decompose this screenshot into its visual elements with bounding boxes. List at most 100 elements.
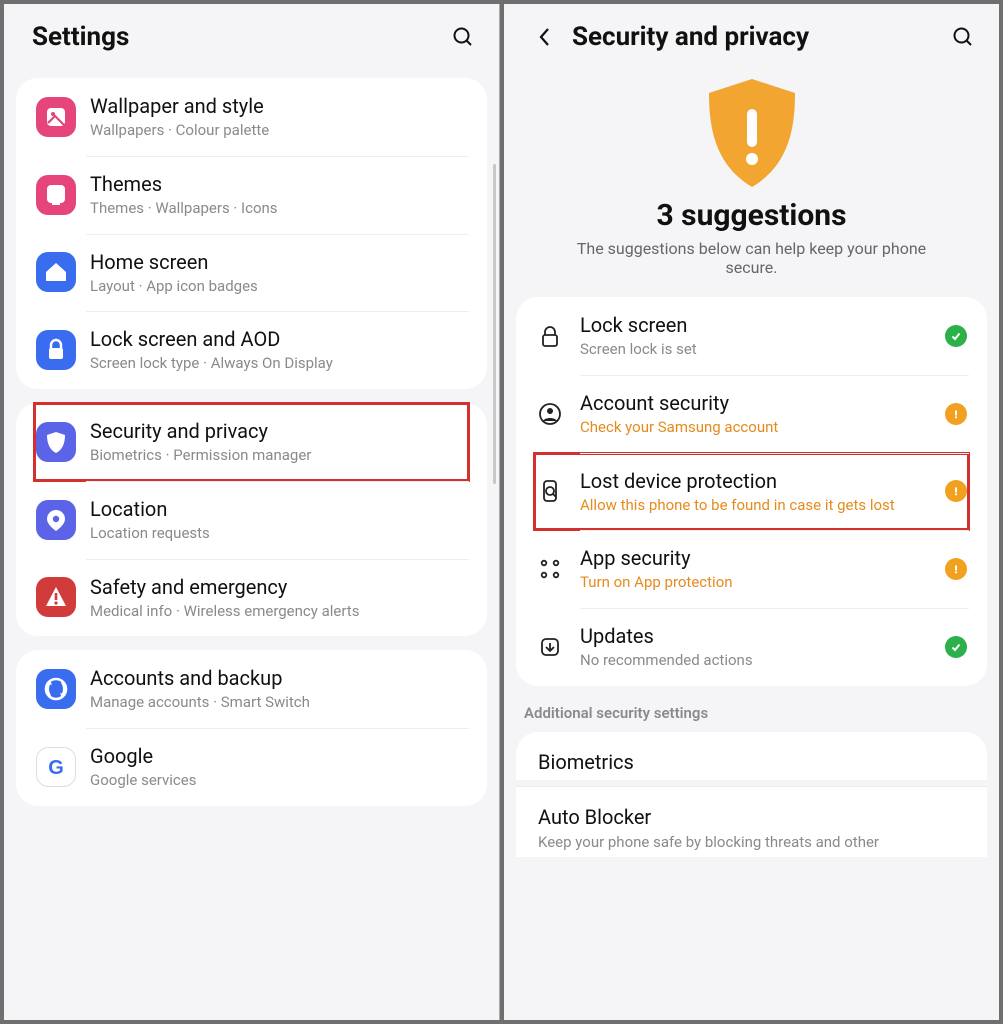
settings-item-label: Safety and emergency: [90, 575, 467, 600]
settings-item-text: Themes Themes · Wallpapers · Icons: [90, 172, 467, 218]
settings-app-bar: Settings: [4, 4, 499, 64]
settings-item-security[interactable]: Security and privacy Biometrics · Permiss…: [34, 403, 469, 481]
suggestion-account[interactable]: Account security Check your Samsung accou…: [534, 375, 969, 453]
suggestion-text: Account security Check your Samsung accou…: [580, 391, 937, 437]
appsec-icon: [536, 555, 564, 583]
suggestion-appsec[interactable]: App securityTurn on App protection: [534, 530, 969, 608]
settings-item-label: Location: [90, 497, 467, 522]
settings-item-text: Safety and emergency Medical info · Wirel…: [90, 575, 467, 621]
settings-item-sub: Manage accounts · Smart Switch: [90, 693, 467, 712]
suggestion-sub: Screen lock is set: [580, 340, 937, 359]
settings-item-sub: Medical info · Wireless emergency alerts: [90, 602, 467, 621]
lost-icon: [536, 477, 564, 505]
settings-item-label: Accounts and backup: [90, 666, 467, 691]
alert-icon: [945, 403, 967, 425]
settings-item-text: Google Google services: [90, 744, 467, 790]
settings-item-sub: Wallpapers · Colour palette: [90, 121, 467, 140]
settings-group-accounts: Accounts and backup Manage accounts · Sma…: [16, 650, 487, 806]
hero-subtitle: The suggestions below can help keep your…: [536, 239, 967, 277]
settings-item-location[interactable]: Location Location requests: [34, 481, 469, 559]
settings-item-text: Accounts and backup Manage accounts · Sma…: [90, 666, 467, 712]
settings-item-text: Location Location requests: [90, 497, 467, 543]
suggestion-text: App securityTurn on App protection: [580, 546, 937, 592]
security-pane: Security and privacy 3 suggestions The s…: [504, 4, 999, 1020]
settings-title: Settings: [32, 22, 449, 52]
settings-item-text: Home screen Layout · App icon badges: [90, 250, 467, 296]
suggestion-label: Lost device protection: [580, 469, 937, 494]
suggestion-sub: No recommended actions: [580, 651, 937, 670]
check-icon: [945, 636, 967, 658]
security-app-bar: Security and privacy: [504, 4, 999, 64]
settings-item-sub: Layout · App icon badges: [90, 277, 467, 296]
section-label: Additional security settings: [516, 686, 987, 726]
suggestion-label: Updates: [580, 624, 937, 649]
safety-icon: [36, 577, 76, 617]
settings-item-label: Themes: [90, 172, 467, 197]
home-icon: [36, 252, 76, 292]
lockscreen-icon: [36, 330, 76, 370]
settings-item-themes[interactable]: Themes Themes · Wallpapers · Icons: [34, 156, 469, 234]
location-icon: [36, 500, 76, 540]
settings-item-sub: Themes · Wallpapers · Icons: [90, 199, 467, 218]
settings-item-accounts[interactable]: Accounts and backup Manage accounts · Sma…: [34, 650, 469, 728]
settings-item-label: Security and privacy: [90, 419, 467, 444]
security-icon: [36, 422, 76, 462]
alert-icon: [945, 480, 967, 502]
suggestion-text: Lost device protection Allow this phone t…: [580, 469, 937, 515]
suggestion-text: Updates No recommended actions: [580, 624, 937, 670]
suggestion-lockscreen[interactable]: Lock screen Screen lock is set: [534, 297, 969, 375]
suggestion-text: Lock screen Screen lock is set: [580, 313, 937, 359]
hero-title: 3 suggestions: [536, 198, 967, 233]
suggestions-card: Lock screen Screen lock is set Account sec…: [516, 297, 987, 686]
settings-list[interactable]: Wallpaper and style Wallpapers · Colour p…: [4, 64, 499, 1020]
search-icon[interactable]: [949, 23, 977, 51]
suggestion-label: Account security: [580, 391, 937, 416]
settings-item-sub: Google services: [90, 771, 467, 790]
settings-group-security: Security and privacy Biometrics · Permiss…: [16, 403, 487, 636]
settings-item-wallpaper[interactable]: Wallpaper and style Wallpapers · Colour p…: [34, 78, 469, 156]
settings-item-label: Home screen: [90, 250, 467, 275]
google-icon: G: [36, 747, 76, 787]
lockscreen-icon: [536, 322, 564, 350]
suggestion-updates[interactable]: Updates No recommended actions: [534, 608, 969, 686]
settings-item-safety[interactable]: Safety and emergency Medical info · Wirel…: [34, 559, 469, 637]
security-hero: 3 suggestions The suggestions below can …: [516, 64, 987, 283]
settings-item-sub: Biometrics · Permission manager: [90, 446, 467, 465]
settings-group-display: Wallpaper and style Wallpapers · Colour p…: [16, 78, 487, 389]
wallpaper-icon: [36, 97, 76, 137]
check-icon: [945, 325, 967, 347]
extra-biometrics[interactable]: Biometrics: [516, 732, 987, 780]
account-icon: [536, 400, 564, 428]
settings-item-google[interactable]: G Google Google services: [34, 728, 469, 806]
suggestion-label: Lock screen: [580, 313, 937, 338]
shield-alert-icon: [697, 78, 807, 188]
settings-pane: Settings Wallpaper and style Wallpapers ·…: [4, 4, 500, 1020]
updates-icon: [536, 633, 564, 661]
suggestion-label: App security: [580, 546, 937, 571]
search-icon[interactable]: [449, 23, 477, 51]
back-icon[interactable]: [532, 24, 558, 50]
suggestion-sub: Allow this phone to be found in case it …: [580, 496, 937, 515]
extra-sub: Keep your phone safe by blocking threats…: [538, 833, 965, 851]
security-title: Security and privacy: [572, 22, 949, 52]
settings-item-label: Wallpaper and style: [90, 94, 467, 119]
settings-item-label: Lock screen and AOD: [90, 327, 467, 352]
settings-item-text: Security and privacy Biometrics · Permiss…: [90, 419, 467, 465]
scrollbar[interactable]: [493, 164, 496, 484]
settings-item-home[interactable]: Home screen Layout · App icon badges: [34, 234, 469, 312]
accounts-icon: [36, 669, 76, 709]
settings-item-lockscreen[interactable]: Lock screen and AOD Screen lock type · Al…: [34, 311, 469, 389]
extra-autoblocker[interactable]: Auto Blocker Keep your phone safe by bloc…: [516, 786, 987, 857]
alert-icon: [945, 558, 967, 580]
suggestion-sub: Check your Samsung account: [580, 418, 937, 437]
svg-text:G: G: [48, 757, 64, 779]
extra-label: Auto Blocker: [538, 805, 965, 829]
settings-item-text: Lock screen and AOD Screen lock type · Al…: [90, 327, 467, 373]
suggestion-lost[interactable]: Lost device protection Allow this phone t…: [534, 453, 969, 531]
themes-icon: [36, 175, 76, 215]
settings-item-text: Wallpaper and style Wallpapers · Colour p…: [90, 94, 467, 140]
settings-item-label: Google: [90, 744, 467, 769]
security-scroll[interactable]: 3 suggestions The suggestions below can …: [504, 64, 999, 1020]
settings-item-sub: Screen lock type · Always On Display: [90, 354, 467, 373]
settings-item-sub: Location requests: [90, 524, 467, 543]
